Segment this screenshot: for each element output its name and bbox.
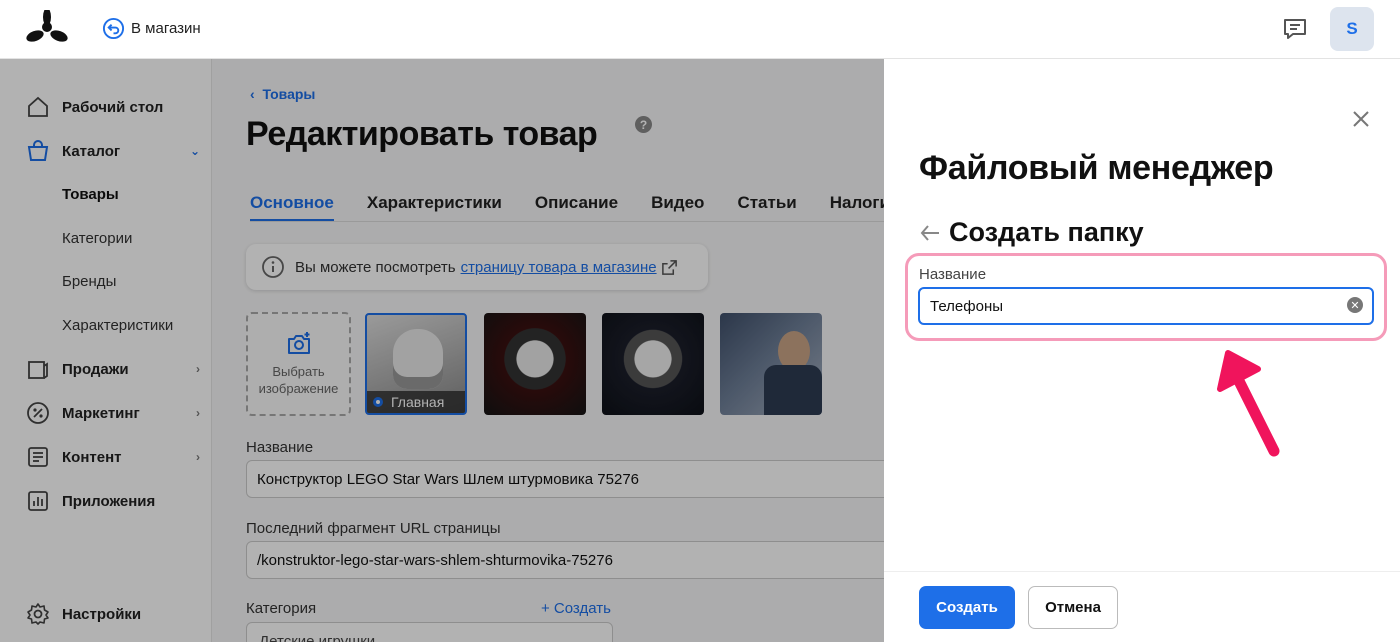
cancel-button[interactable]: Отмена — [1028, 586, 1118, 629]
chat-icon[interactable] — [1282, 16, 1308, 42]
file-manager-panel: Файловый менеджер Создать папку Название… — [884, 59, 1400, 642]
modal-overlay[interactable] — [0, 59, 884, 642]
avatar[interactable]: S — [1330, 7, 1374, 51]
arrow-left-icon[interactable] — [919, 222, 941, 244]
back-to-store-link[interactable]: В магазин — [102, 17, 201, 40]
panel-footer: Создать Отмена — [884, 571, 1400, 642]
folder-name-input[interactable] — [918, 287, 1374, 325]
clear-input-icon[interactable]: ✕ — [1347, 297, 1363, 313]
top-bar: В магазин S — [0, 0, 1400, 59]
close-icon[interactable] — [1351, 109, 1371, 129]
panel-subtitle: Создать папку — [949, 217, 1144, 247]
back-circle-icon — [102, 17, 125, 40]
panel-title: Файловый менеджер — [919, 149, 1274, 187]
back-to-store-label: В магазин — [131, 20, 201, 37]
create-button[interactable]: Создать — [919, 586, 1015, 629]
folder-name-label: Название — [919, 266, 987, 283]
logo-icon[interactable] — [26, 10, 68, 46]
annotation-arrow-icon — [1217, 350, 1280, 457]
